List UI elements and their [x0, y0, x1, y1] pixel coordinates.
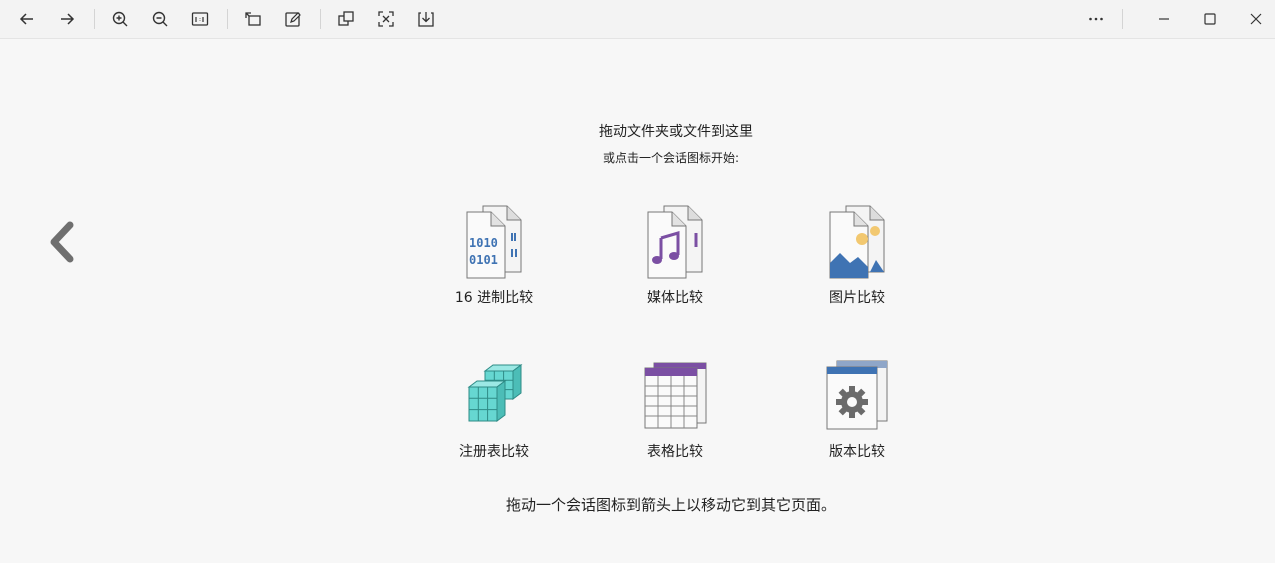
- chevron-left-icon: [50, 221, 74, 263]
- more-button[interactable]: [1082, 5, 1110, 33]
- drop-hint-title: 拖动文件夹或文件到这里: [599, 124, 753, 140]
- forward-icon: [61, 13, 75, 25]
- picture-compare-tile[interactable]: 图片比较: [797, 205, 917, 307]
- more-icon: [1089, 17, 1103, 21]
- table-compare-icon: [644, 362, 707, 429]
- minimize-icon: [1159, 18, 1169, 20]
- rotate-button[interactable]: [239, 5, 267, 33]
- download-icon: [418, 12, 434, 27]
- media-compare-icon: [647, 205, 703, 279]
- fit-button[interactable]: [372, 5, 400, 33]
- zoom-in-icon: [112, 11, 128, 27]
- toolbar-separator: [320, 9, 321, 29]
- session-label: 表格比较: [647, 444, 703, 460]
- previous-page-button[interactable]: [44, 219, 78, 265]
- back-icon: [19, 13, 33, 25]
- copy-button[interactable]: [332, 5, 360, 33]
- zoom-in-button[interactable]: [106, 5, 134, 33]
- back-button[interactable]: [13, 5, 41, 33]
- hex-digits-top: 1010: [469, 236, 498, 250]
- table-compare-tile[interactable]: 表格比较: [615, 359, 735, 461]
- close-icon: [1250, 13, 1262, 25]
- session-label: 注册表比较: [459, 444, 529, 460]
- picture-compare-icon: [829, 205, 885, 279]
- media-compare-tile[interactable]: 媒体比较: [615, 205, 735, 307]
- home-page: 拖动文件夹或文件到这里 或点击一个会话图标开始: 1010 0101 16 进制…: [0, 39, 1275, 563]
- move-session-hint: 拖动一个会话图标到箭头上以移动它到其它页面。: [505, 496, 836, 514]
- registry-compare-tile[interactable]: 注册表比较: [434, 359, 554, 461]
- drop-hint-subtitle: 或点击一个会话图标开始:: [602, 151, 740, 165]
- gear-icon: [836, 386, 868, 418]
- close-button[interactable]: [1242, 5, 1270, 33]
- session-label: 图片比较: [829, 290, 885, 306]
- actual-size-button[interactable]: [186, 5, 214, 33]
- zoom-out-icon: [152, 11, 168, 27]
- forward-button[interactable]: [53, 5, 81, 33]
- registry-compare-icon: [467, 364, 523, 422]
- hex-digits-bottom: 0101: [469, 253, 498, 267]
- maximize-icon: [1204, 13, 1216, 25]
- edit-button[interactable]: [279, 5, 307, 33]
- session-label: 媒体比较: [647, 290, 703, 306]
- session-label: 版本比较: [829, 444, 885, 460]
- version-compare-tile[interactable]: 版本比较: [797, 359, 917, 461]
- zoom-out-button[interactable]: [146, 5, 174, 33]
- hex-compare-icon: 1010 0101: [466, 205, 522, 279]
- session-label: 16 进制比较: [454, 290, 534, 306]
- toolbar: [0, 0, 1275, 39]
- minimize-button[interactable]: [1150, 5, 1178, 33]
- hex-compare-tile[interactable]: 1010 0101 16 进制比较: [434, 205, 554, 307]
- maximize-button[interactable]: [1196, 5, 1224, 33]
- version-compare-icon: [826, 360, 888, 430]
- download-button[interactable]: [412, 5, 440, 33]
- rotate-icon: [245, 12, 261, 26]
- toolbar-separator: [94, 9, 95, 29]
- fit-icon: [378, 11, 394, 27]
- edit-icon: [285, 12, 301, 27]
- copy-icon: [338, 11, 354, 26]
- actual-size-icon: [191, 12, 209, 26]
- toolbar-separator: [227, 9, 228, 29]
- toolbar-separator: [1122, 9, 1123, 29]
